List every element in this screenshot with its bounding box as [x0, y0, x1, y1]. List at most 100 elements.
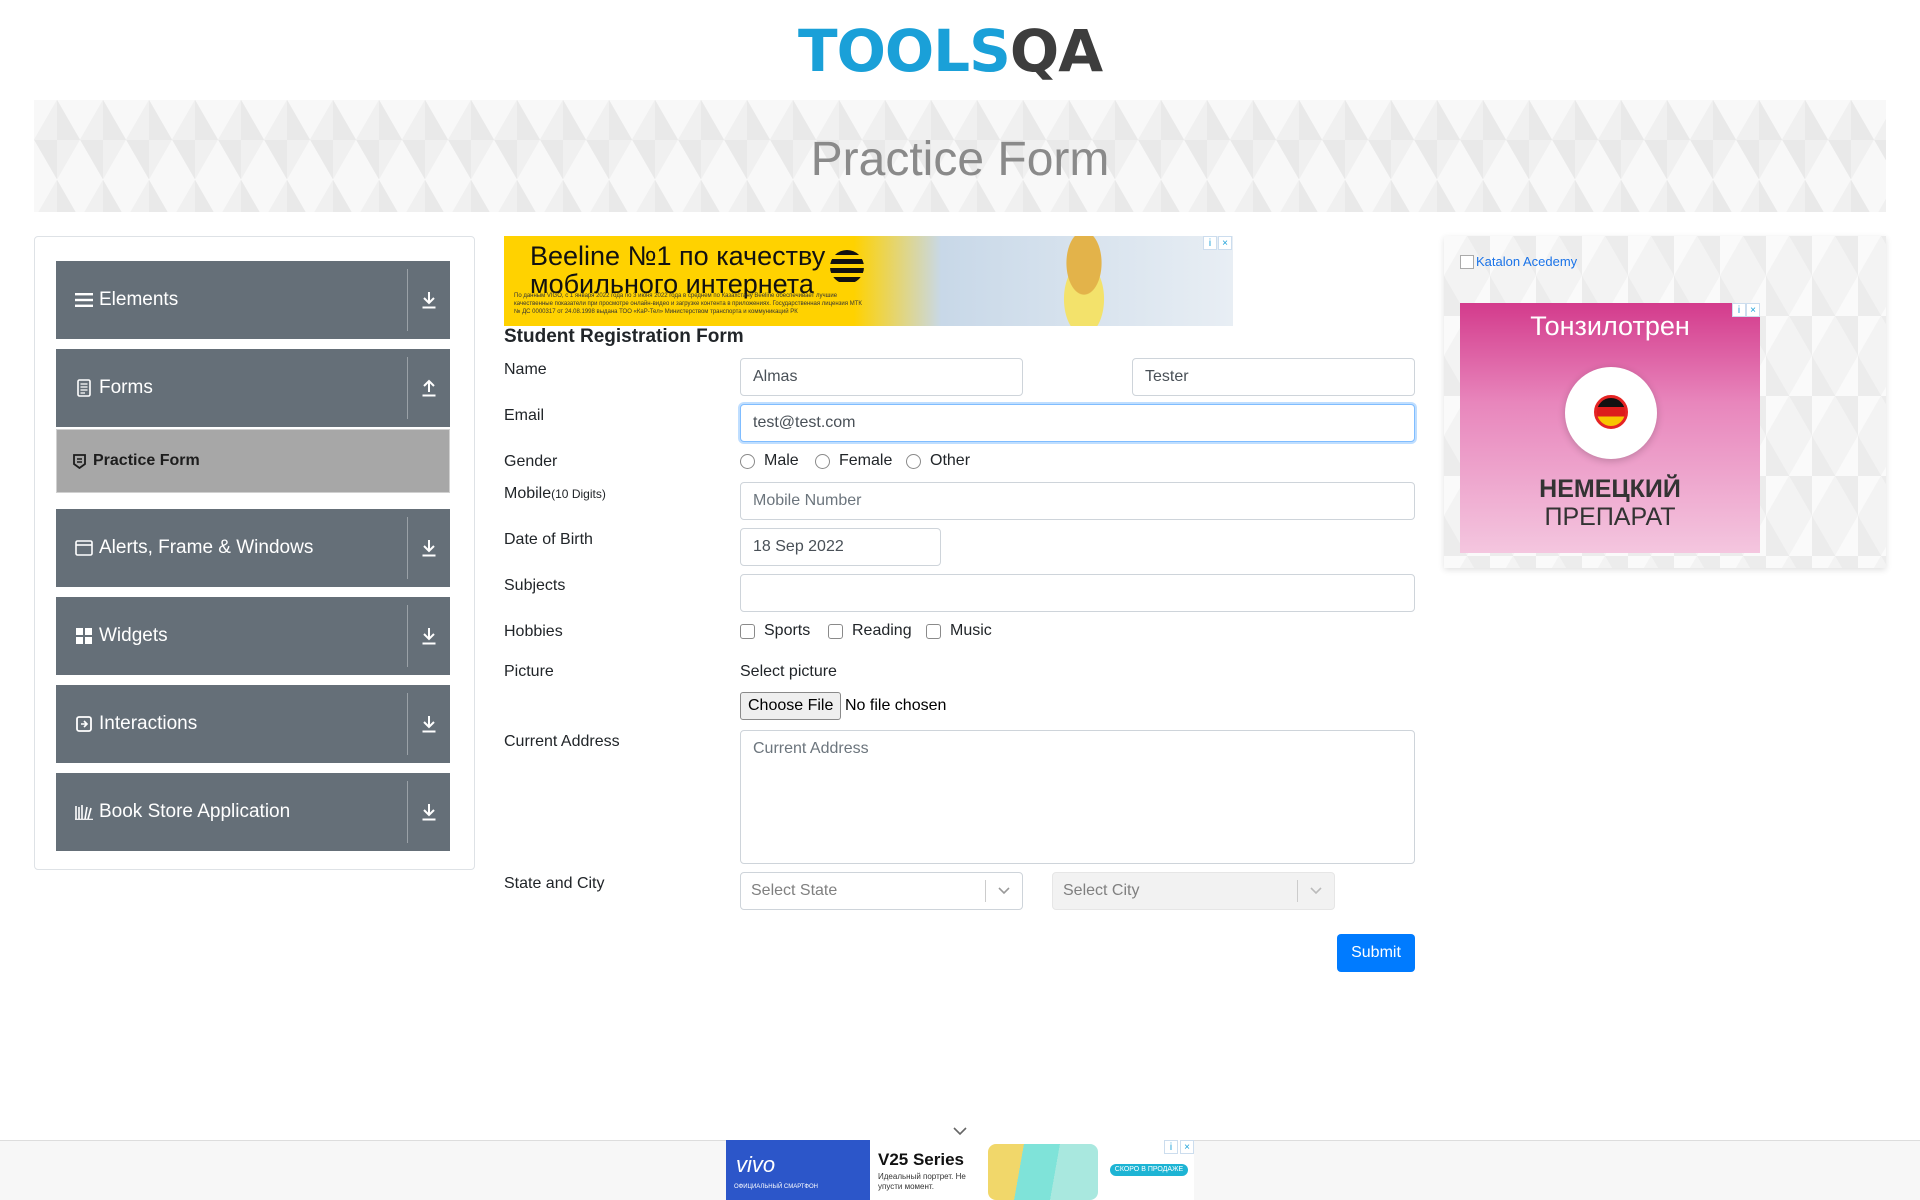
toolsqa-logo[interactable]: TOOLSQA [798, 14, 1124, 94]
adchoices-icon[interactable]: i [1203, 236, 1217, 250]
checkbox-box[interactable] [740, 623, 755, 639]
radio-circle[interactable] [815, 453, 830, 469]
last-name-input[interactable]: Tester [1132, 358, 1415, 396]
page-banner: Practice Form [34, 100, 1886, 212]
first-name-input[interactable]: Almas [740, 358, 1023, 396]
checkbox-box[interactable] [926, 623, 941, 639]
state-select[interactable]: Select State [740, 872, 1023, 910]
page-title: Practice Form [810, 132, 1110, 186]
checkbox-box[interactable] [828, 623, 843, 639]
coming-soon-badge: СКОРО В ПРОДАЖЕ [1110, 1164, 1188, 1176]
ad-headline: Beeline №1 по качеству мобильного интерн… [530, 242, 825, 298]
mobile-input[interactable]: Mobile Number [740, 482, 1415, 520]
top-advertisement[interactable]: Beeline №1 по качеству мобильного интерн… [504, 236, 1233, 326]
germany-flag-icon [1594, 395, 1628, 429]
dob-label: Date of Birth [504, 531, 593, 548]
tonsilotren-ad[interactable]: Тонзилотрен НЕМЕЦКИЙ ПРЕПАРАТ i × [1460, 303, 1760, 553]
file-status-text: No file chosen [845, 697, 947, 714]
hamburger-icon [73, 289, 95, 311]
vivo-subtitle: ОФИЦИАЛЬНЫЙ СМАРТФОН [734, 1184, 818, 1190]
download-arrow-icon[interactable] [415, 797, 443, 827]
ad-headline-line1: Beeline №1 по качеству [530, 241, 826, 271]
date-of-birth-input[interactable]: 18 Sep 2022 [740, 528, 941, 566]
form-heading: Student Registration Form [504, 326, 744, 347]
download-arrow-icon[interactable] [415, 533, 443, 563]
product-name: V25 Series [878, 1150, 965, 1169]
chevron-down-icon[interactable] [950, 1124, 970, 1138]
window-icon [73, 537, 95, 559]
hobby-checkbox-sports[interactable]: Sports [740, 622, 810, 640]
sidebar-group-interactions[interactable]: Interactions [56, 685, 450, 763]
download-arrow-icon[interactable] [415, 621, 443, 651]
sidebar-group-book-store-application[interactable]: Book Store Application [56, 773, 450, 851]
katalon-academy-link[interactable]: Katalon Acedemy [1460, 254, 1577, 269]
mobile-label-text: Mobile [504, 485, 552, 502]
bottom-advertisement[interactable]: vivo ОФИЦИАЛЬНЫЙ СМАРТФОН V25 Series Иде… [726, 1140, 1194, 1200]
city-select[interactable]: Select City [1052, 872, 1335, 910]
adchoices-icon[interactable]: i [1164, 1140, 1178, 1154]
katalon-academy-alt-text: Katalon Acedemy [1476, 254, 1578, 269]
chevron-down-icon[interactable] [986, 886, 1022, 896]
current-address-textarea[interactable]: Current Address [740, 730, 1415, 864]
close-icon[interactable]: × [1746, 303, 1760, 317]
gender-radio-female[interactable]: Female [815, 452, 892, 470]
divider [407, 693, 408, 755]
document-icon [73, 377, 95, 399]
hobby-checkbox-music[interactable]: Music [926, 622, 992, 640]
widgets-icon [73, 625, 95, 647]
state-city-label: State and City [504, 875, 605, 892]
hobbies-label: Hobbies [504, 623, 563, 640]
radio-circle[interactable] [740, 453, 755, 469]
sidebar-item-label: Practice Form [93, 452, 200, 469]
submit-button[interactable]: Submit [1337, 934, 1415, 972]
ad-headline: Тонзилотрен [1530, 311, 1690, 341]
logo-qa-text: QA [1009, 17, 1103, 85]
ad-line2: ПРЕПАРАТ [1544, 503, 1676, 531]
sidebar-group-forms[interactable]: Forms [56, 349, 450, 427]
chevron-down-icon[interactable] [1298, 886, 1334, 896]
divider [407, 269, 408, 331]
sidebar-group-label: Interactions [99, 713, 198, 734]
sidebar-group-widgets[interactable]: Widgets [56, 597, 450, 675]
divider [407, 517, 408, 579]
radio-label: Other [930, 452, 971, 469]
vivo-logo: vivo [736, 1152, 776, 1177]
close-icon[interactable]: × [1180, 1140, 1194, 1154]
phones-image [988, 1144, 1098, 1200]
sidebar-group-label: Forms [99, 377, 153, 398]
checkbox-label: Music [950, 622, 992, 639]
close-icon[interactable]: × [1218, 236, 1232, 250]
subjects-input[interactable] [740, 574, 1415, 612]
download-arrow-icon[interactable] [415, 709, 443, 739]
gender-radio-male[interactable]: Male [740, 452, 799, 470]
divider [407, 357, 408, 419]
radio-label: Female [839, 452, 893, 469]
mobile-label: Mobile(10 Digits) [504, 485, 606, 503]
state-select-placeholder: Select State [751, 882, 838, 899]
sidebar-group-alerts-frame-windows[interactable]: Alerts, Frame & Windows [56, 509, 450, 587]
broken-image-icon [1460, 254, 1474, 269]
gender-radio-other[interactable]: Other [906, 452, 970, 470]
download-arrow-icon[interactable] [415, 285, 443, 315]
product-tagline: Идеальный портрет. Не упусти момент. [878, 1172, 966, 1191]
sidebar-item-practice-form[interactable]: Practice Form [56, 429, 450, 493]
divider [407, 781, 408, 843]
current-address-label: Current Address [504, 733, 620, 750]
ad-fine-print: По данным VIGO, с 1 января 2022 года по … [514, 293, 862, 315]
hobby-checkbox-reading[interactable]: Reading [828, 622, 912, 640]
email-input[interactable]: test@test.com [740, 404, 1415, 442]
choose-file-button[interactable]: Choose File [740, 692, 842, 720]
name-label: Name [504, 361, 547, 378]
interactions-icon [73, 713, 95, 735]
radio-circle[interactable] [906, 453, 921, 469]
sidebar-group-elements[interactable]: Elements [56, 261, 450, 339]
ad-image [1049, 236, 1119, 326]
adchoices-icon[interactable]: i [1732, 303, 1746, 317]
radio-label: Male [764, 452, 799, 469]
logo-tools-text: TOOLS [798, 17, 1011, 85]
subjects-label: Subjects [504, 577, 566, 594]
gender-label: Gender [504, 453, 558, 470]
divider [407, 605, 408, 667]
upload-arrow-icon[interactable] [415, 373, 443, 403]
email-label: Email [504, 407, 545, 424]
